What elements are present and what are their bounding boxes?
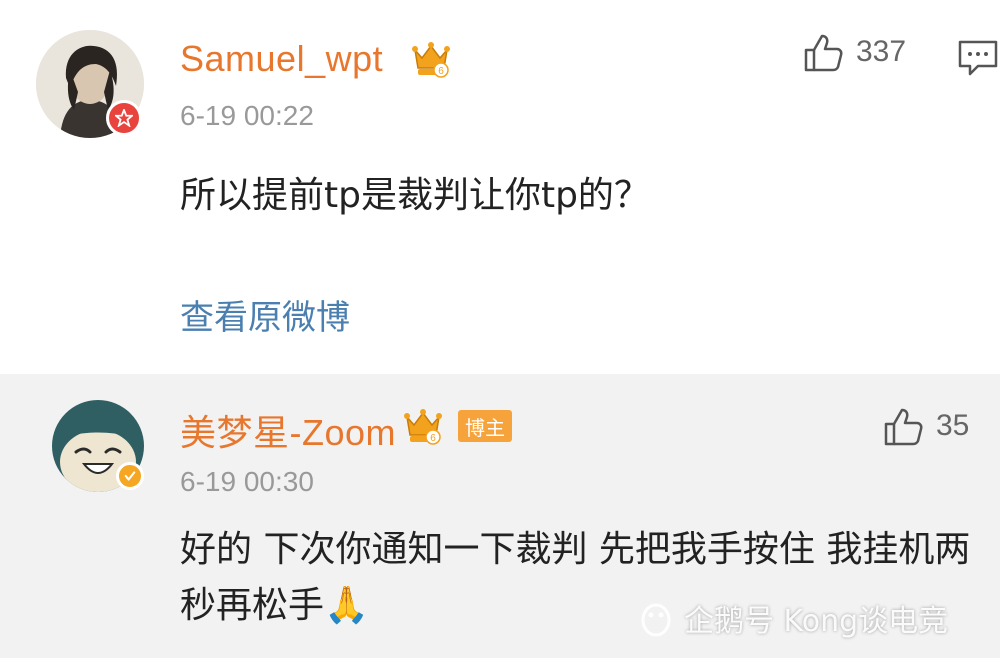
penguin-logo-icon	[641, 603, 671, 637]
comment-card: Samuel_wpt 6 6-19 00:22 所以提前tp是裁判让你tp的？ …	[0, 0, 1000, 374]
thumbs-up-icon	[884, 408, 923, 446]
watermark: 企鹅号 Kong谈电竞	[636, 596, 948, 640]
reply-icon[interactable]	[956, 38, 1000, 78]
comment-text: 所以提前tp是裁判让你tp的？	[180, 175, 650, 216]
watermark-text: 企鹅号 Kong谈电竞	[684, 604, 949, 639]
vip-crown-icon: 6	[410, 38, 452, 80]
comment-timestamp: 6-19 00:30	[180, 466, 314, 497]
like-button[interactable]: 337	[800, 30, 906, 74]
comment-timestamp: 6-19 00:22	[180, 100, 314, 131]
svg-text:6: 6	[438, 66, 444, 77]
like-count: 35	[936, 409, 970, 442]
thumbs-up-icon	[804, 34, 843, 72]
svg-text:6: 6	[430, 433, 436, 444]
username[interactable]: 美梦星-Zoom	[180, 404, 396, 456]
like-button[interactable]: 35	[880, 404, 969, 448]
blogger-tag: 博主	[458, 410, 512, 442]
vip-crown-icon: 6	[402, 405, 444, 447]
verified-badge-icon	[116, 462, 144, 490]
username[interactable]: Samuel_wpt	[180, 38, 383, 80]
view-original-weibo-link[interactable]: 查看原微博	[180, 290, 350, 339]
verified-badge-icon	[106, 100, 142, 136]
like-count: 337	[856, 35, 907, 68]
